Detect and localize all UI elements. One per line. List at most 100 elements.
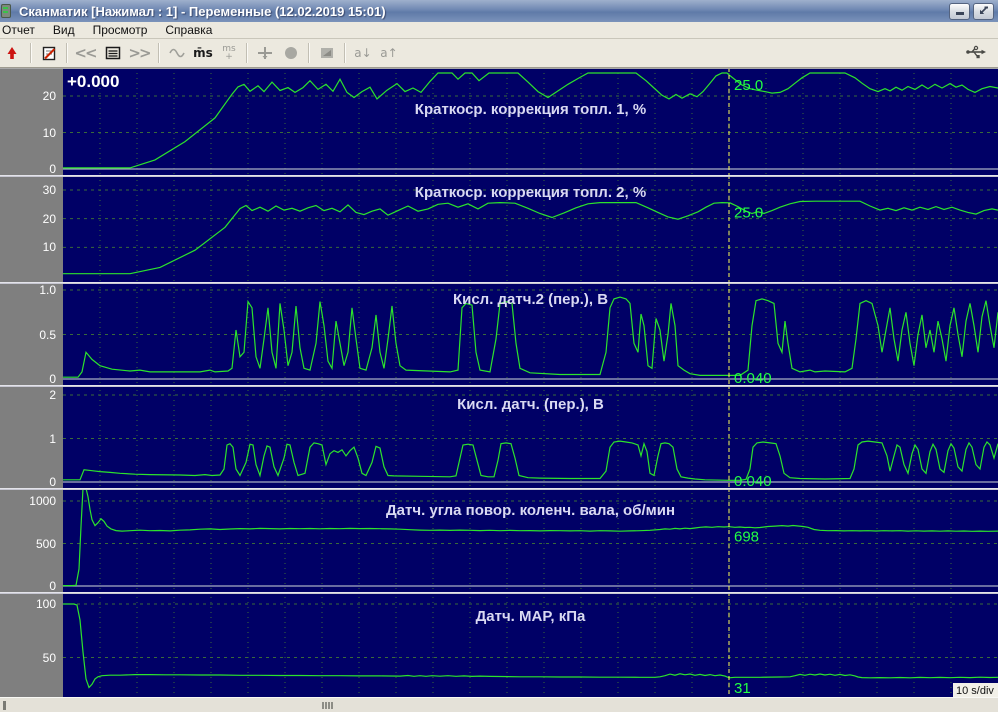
y-tick-label: 1.0 [39,283,56,297]
exit-up-arrow-icon [5,45,21,61]
toolbar-separator [308,43,310,63]
y-tick-label: 500 [36,537,56,551]
sine-wave-icon [168,46,186,60]
restore-icon [978,6,989,17]
y-axis-gutter: 0 500 1000 [0,488,63,592]
y-tick-label: 0 [49,475,56,489]
prev-page-button[interactable]: << [73,41,99,65]
y-tick-label: 100 [36,597,56,611]
exit-button[interactable] [1,41,25,65]
y-tick-label: 10 [43,126,56,140]
cursor-value-label: 698 [734,529,759,546]
chart-top-border [0,68,998,69]
y-tick-label: 2 [49,388,56,402]
y-axis-gutter: 50 100 [0,592,63,697]
record-button[interactable] [279,41,303,65]
cursor-value-label: 0.040 [734,370,772,385]
restore-button[interactable] [973,3,994,20]
report-notepad-icon [41,45,58,62]
cursor-value-label: 25.0 [734,77,763,94]
y-tick-label: 0 [49,162,56,176]
menu-item-report[interactable]: Отчет [0,22,44,38]
list-icon [105,46,121,60]
y-tick-label: 0 [49,579,56,593]
minimize-icon [956,12,964,15]
waveform-mode-button[interactable] [165,41,189,65]
window-title: Сканматик [Нажимал : 1] - Переменные (12… [19,4,386,19]
plot-surface[interactable]: 25.0 Краткоср. коррекция топл. 2, % [63,175,998,282]
plot-surface[interactable]: 31 Датч. MAP, кПа 10 s/div [63,592,998,697]
next-page-button[interactable]: >> [127,41,153,65]
plot-surface[interactable]: 698 Датч. угла повор. коленч. вала, об/ми… [63,488,998,592]
scrollbar-left-thumb[interactable] [3,701,6,710]
chart-panel-stft2: 10 20 30 25.0 Краткоср. коррекция топл. 2, % [0,175,998,282]
panel-separator [0,592,998,594]
panel-title: Краткоср. коррекция топл. 1, % [415,101,646,118]
y-tick-label: 0 [49,372,56,386]
panel-title: Кисл. датч. (пер.), В [457,396,604,413]
toolbar-separator [246,43,248,63]
record-circle-icon [285,47,297,59]
panel-separator [0,488,998,490]
chart-area: 0102025.0Краткоср. коррекция топл. 1, %+… [0,68,998,697]
ms-plus-icon: ms+ [222,45,235,61]
time-cursor-button[interactable]: m̄s [191,41,215,65]
add-time-marker-button[interactable]: ms+ [217,41,241,65]
y-tick-label: 1000 [29,494,56,508]
y-axis-gutter: 0 0.5 1.0 [0,282,63,385]
export-chart-button[interactable] [315,41,339,65]
app-window: Сканматик [Нажимал : 1] - Переменные (12… [0,0,998,712]
y-tick-label: 50 [43,651,56,665]
panel-title: Кисл. датч.2 (пер.), В [453,291,608,308]
scale-down-button[interactable]: a↓ [351,41,375,65]
title-bar: Сканматик [Нажимал : 1] - Переменные (12… [0,0,998,22]
panel-separator [0,175,998,177]
chart-panel-o2-sensor-1: 0 1 2 0.040 Кисл. датч. (пер.), В [0,385,998,488]
menu-bar: Отчет Вид Просмотр Справка [0,22,998,39]
offset-annotation: +0.000 [67,72,119,91]
usb-connection-icon [965,44,987,62]
y-tick-label: 20 [43,212,56,226]
report-button[interactable] [37,41,61,65]
panel-separator [0,282,998,284]
minimize-button[interactable] [949,3,970,20]
cursor-value-label: 31 [734,680,751,697]
y-tick-label: 30 [43,183,56,197]
y-axis-gutter: 10 20 30 [0,175,63,282]
timebase-label: 10 s/div [956,685,994,697]
y-axis-gutter: 0 10 20 [0,68,63,175]
plot-surface[interactable]: 0.040 Кисл. датч.2 (пер.), В [63,282,998,385]
scale-up-button[interactable]: a↑ [377,41,401,65]
plot-surface[interactable]: 25.0 Краткоср. коррекция топл. 1, % +0.000 [63,68,998,175]
y-tick-label: 10 [43,240,56,254]
panel-title: Датч. угла повор. коленч. вала, об/мин [386,502,675,519]
panel-title: Датч. MAP, кПа [476,608,586,625]
timeline-scrollbar[interactable] [0,697,998,712]
toolbar: << >> m̄s ms+ [0,39,998,68]
menu-item-view[interactable]: Вид [44,22,84,38]
menu-item-help[interactable]: Справка [156,22,221,38]
y-tick-label: 1 [49,432,56,446]
panel-title: Краткоср. коррекция топл. 2, % [415,184,646,201]
usb-status-button[interactable] [964,41,988,65]
crosshair-icon [256,45,274,61]
chart-panel-map-sensor: 50 100 31 Датч. MAP, кПа 10 s/div [0,592,998,697]
cursor-value-label: 25.0 [734,205,763,222]
y-axis-gutter: 0 1 2 [0,385,63,488]
toolbar-separator [30,43,32,63]
crosshair-button[interactable] [253,41,277,65]
panel-separator [0,385,998,387]
toolbar-separator [344,43,346,63]
chart-panel-crankshaft-rpm: 0 500 1000 698 Датч. угла повор. коленч. вал… [0,488,998,592]
app-icon [1,4,11,18]
y-tick-label: 20 [43,89,56,103]
toolbar-separator [158,43,160,63]
parameter-list-button[interactable] [101,41,125,65]
y-tick-label: 0.5 [39,328,56,342]
menu-item-browse[interactable]: Просмотр [84,22,157,38]
cursor-value-label: 0.040 [734,473,772,488]
plot-surface[interactable]: 0.040 Кисл. датч. (пер.), В [63,385,998,488]
chart-panel-stft1: 0 10 20 25.0 Краткоср. коррекция топл. 1, % +… [0,68,998,175]
scrollbar-grip[interactable] [322,702,336,709]
chart-export-icon [319,46,335,60]
